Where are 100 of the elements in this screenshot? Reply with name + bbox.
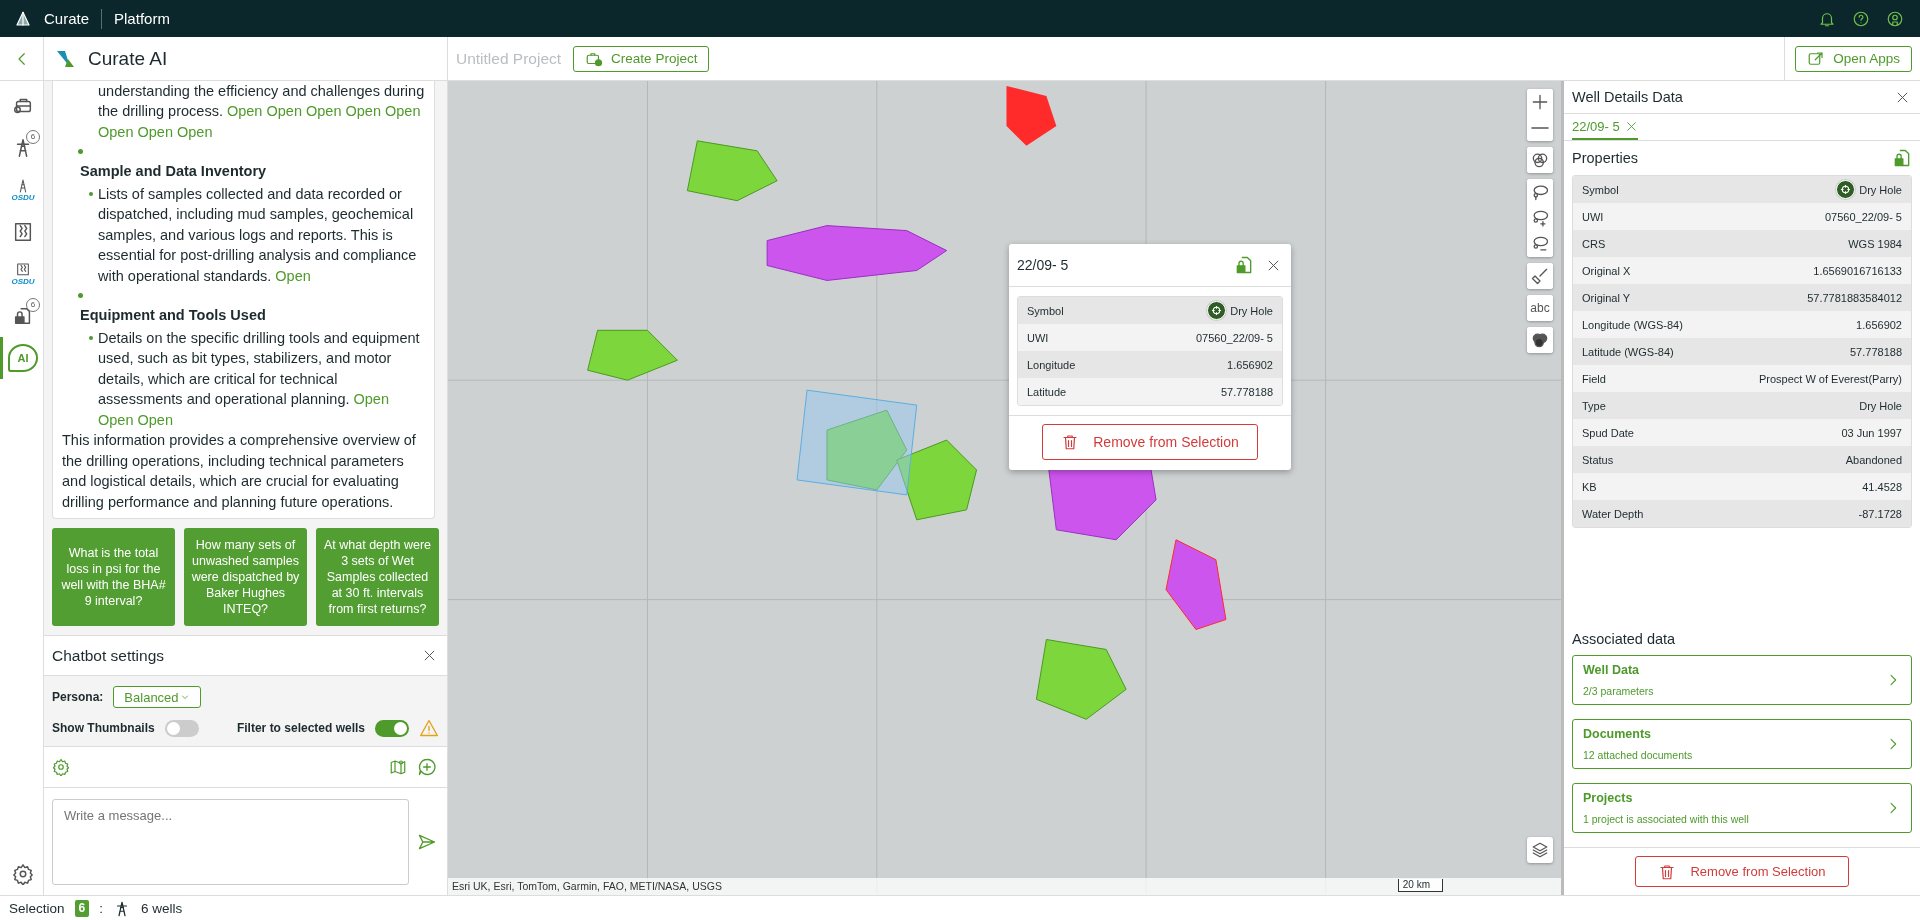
separator-text: : — [99, 901, 103, 916]
warning-icon — [419, 718, 439, 738]
blend-button[interactable] — [1527, 327, 1553, 353]
persona-dropdown[interactable]: Balanced — [113, 686, 202, 708]
settings-icon — [52, 758, 70, 776]
property-label: Latitude — [1027, 385, 1067, 398]
property-label: Symbol — [1027, 304, 1064, 317]
open-apps-button[interactable]: Open Apps — [1795, 45, 1912, 72]
broom-icon — [1530, 266, 1550, 286]
count-badge: 6 — [26, 130, 40, 144]
property-label: UWI — [1582, 210, 1604, 223]
count-badge: 6 — [26, 298, 40, 312]
property-value: Abandoned — [1845, 453, 1902, 466]
lock-document-icon — [1892, 148, 1912, 168]
property-value: 03 Jun 1997 — [1841, 426, 1902, 439]
answer-text: Lists of samples collected and data recorded or dispatched, including mud samples, geochemical samples, and various logs and reports. This is essential for post-drilling analysis and compliance with operational standards. Open — [98, 184, 418, 286]
close-icon — [422, 648, 437, 663]
open-link[interactable]: Open — [275, 267, 311, 284]
rail-item[interactable]: 6 — [0, 127, 43, 169]
suggested-question[interactable]: How many sets of unwashed samples were dispatched by Baker Hughes INTEQ? — [184, 528, 307, 626]
property-value: Prospect W of Everest(Parry) — [1758, 372, 1902, 385]
filter-toggle[interactable] — [375, 719, 409, 737]
lasso-remove-icon — [1530, 234, 1550, 254]
open-link[interactable]: Open — [226, 103, 263, 119]
layers-button[interactable] — [1527, 837, 1553, 863]
answer-text: This information provides a comprehensive overview of the drilling operations, including technical parameters and logistical details, which are crucial for evaluating drilling performance and planning future operations. — [62, 431, 417, 512]
open-link[interactable]: Open — [98, 411, 134, 428]
thumbnails-toggle[interactable] — [164, 719, 199, 737]
property-value: -87.1728 — [1858, 507, 1902, 520]
user-icon — [1886, 9, 1904, 28]
open-link[interactable]: Open — [385, 103, 421, 119]
section-name: Platform — [114, 10, 170, 27]
trash-icon — [1061, 433, 1080, 451]
property-label: UWI — [1027, 331, 1049, 344]
open-link[interactable]: Open — [266, 103, 302, 119]
answer-text: understanding the efficiency and challenges during the drilling process. Open Open Open Open Open Open Open Open — [98, 81, 425, 142]
rail-item[interactable]: OSDU — [0, 169, 43, 211]
help-icon — [1852, 9, 1870, 28]
rail-item[interactable]: OSDU — [0, 253, 43, 295]
associated-data-card[interactable]: Well Data 2/3 parameters — [1572, 655, 1912, 705]
property-label: Symbol — [1582, 183, 1619, 196]
close-icon — [1624, 119, 1638, 133]
property-label: Type — [1582, 399, 1606, 412]
osdu-label: OSDU — [11, 194, 35, 202]
broom-button[interactable] — [1527, 263, 1553, 289]
associated-data-card[interactable]: Documents 12 attached documents — [1572, 719, 1912, 769]
close-settings-button[interactable] — [422, 648, 437, 663]
open-link[interactable]: Open — [177, 123, 213, 140]
select-circles-button[interactable] — [1527, 147, 1553, 173]
property-label: KB — [1582, 480, 1597, 493]
open-link[interactable]: Open — [353, 391, 389, 407]
wells-count: 6 wells — [141, 901, 183, 916]
property-value: 57.7781883584012 — [1807, 291, 1902, 304]
open-link[interactable]: Open — [137, 411, 173, 428]
suggested-question[interactable]: What is the total loss in psi for the well with the BHA# 9 interval? — [52, 528, 175, 626]
answer-text: Details on the specific drilling tools and equipment used, such as bit types, stabilizers, and motor details, which are critical for technical assessments and operational planning. Open Open Open — [98, 328, 421, 430]
property-label: Latitude (WGS-84) — [1582, 345, 1674, 358]
message-input[interactable]: Write a message... — [52, 798, 409, 885]
property-label: Spud Date — [1582, 426, 1634, 439]
settings-icon — [12, 863, 34, 885]
property-value: 07560_22/09- 5 — [1195, 331, 1273, 344]
property-value: Dry Hole — [1859, 399, 1902, 412]
trash-icon — [1658, 862, 1677, 881]
open-link[interactable]: Open — [137, 123, 173, 140]
property-label: Longitude — [1027, 358, 1076, 371]
curate-logo-icon — [14, 9, 32, 28]
suggested-question[interactable]: At what depth were 3 sets of Wet Samples collected at 30 ft. intervals from first returns? — [316, 528, 439, 626]
labels-button[interactable]: abc — [1527, 295, 1553, 321]
property-label: CRS — [1582, 237, 1606, 250]
section-heading: Sample and Data Inventory — [79, 162, 268, 181]
rail-item[interactable]: 6 — [0, 295, 43, 337]
lasso-button[interactable] — [1527, 179, 1553, 205]
details-title: Well Details Data — [1572, 89, 1683, 105]
new-chat-button[interactable] — [417, 757, 437, 777]
property-label: Original Y — [1582, 291, 1631, 304]
remove-from-selection-button[interactable]: Remove from Selection — [1635, 856, 1849, 887]
property-value: 07560_22/09- 5 — [1824, 210, 1902, 223]
property-label: Longitude (WGS-84) — [1582, 318, 1683, 331]
map-button[interactable] — [389, 758, 407, 776]
settings-button[interactable] — [52, 758, 70, 776]
open-link[interactable]: Open — [306, 103, 342, 119]
lasso-add-icon — [1530, 208, 1550, 228]
associated-data-card[interactable]: Projects 1 project is associated with this well — [1572, 783, 1912, 833]
brand-name: Curate — [44, 10, 90, 27]
open-link[interactable]: Open — [98, 123, 134, 140]
zoom-out-button[interactable] — [1527, 115, 1553, 141]
property-value: 57.778188 — [1850, 345, 1902, 358]
open-link[interactable]: Open — [345, 103, 381, 119]
lasso-remove-button[interactable] — [1527, 231, 1553, 257]
property-label: Status — [1582, 453, 1614, 466]
zigzag-box-icon — [15, 262, 31, 278]
property-value: 1.656902 — [1227, 358, 1273, 371]
lock-document-icon — [1234, 255, 1254, 275]
zoom-in-button[interactable] — [1527, 89, 1553, 115]
create-project-button[interactable]: Create Project — [573, 45, 710, 72]
ai-chat-icon: AI — [8, 344, 38, 372]
external-link-icon — [1807, 49, 1826, 68]
remove-from-selection-button[interactable]: Remove from Selection — [1042, 424, 1258, 460]
chat-plus-icon — [417, 757, 437, 777]
well-tab[interactable]: 22/09- 5 — [1572, 114, 1638, 140]
